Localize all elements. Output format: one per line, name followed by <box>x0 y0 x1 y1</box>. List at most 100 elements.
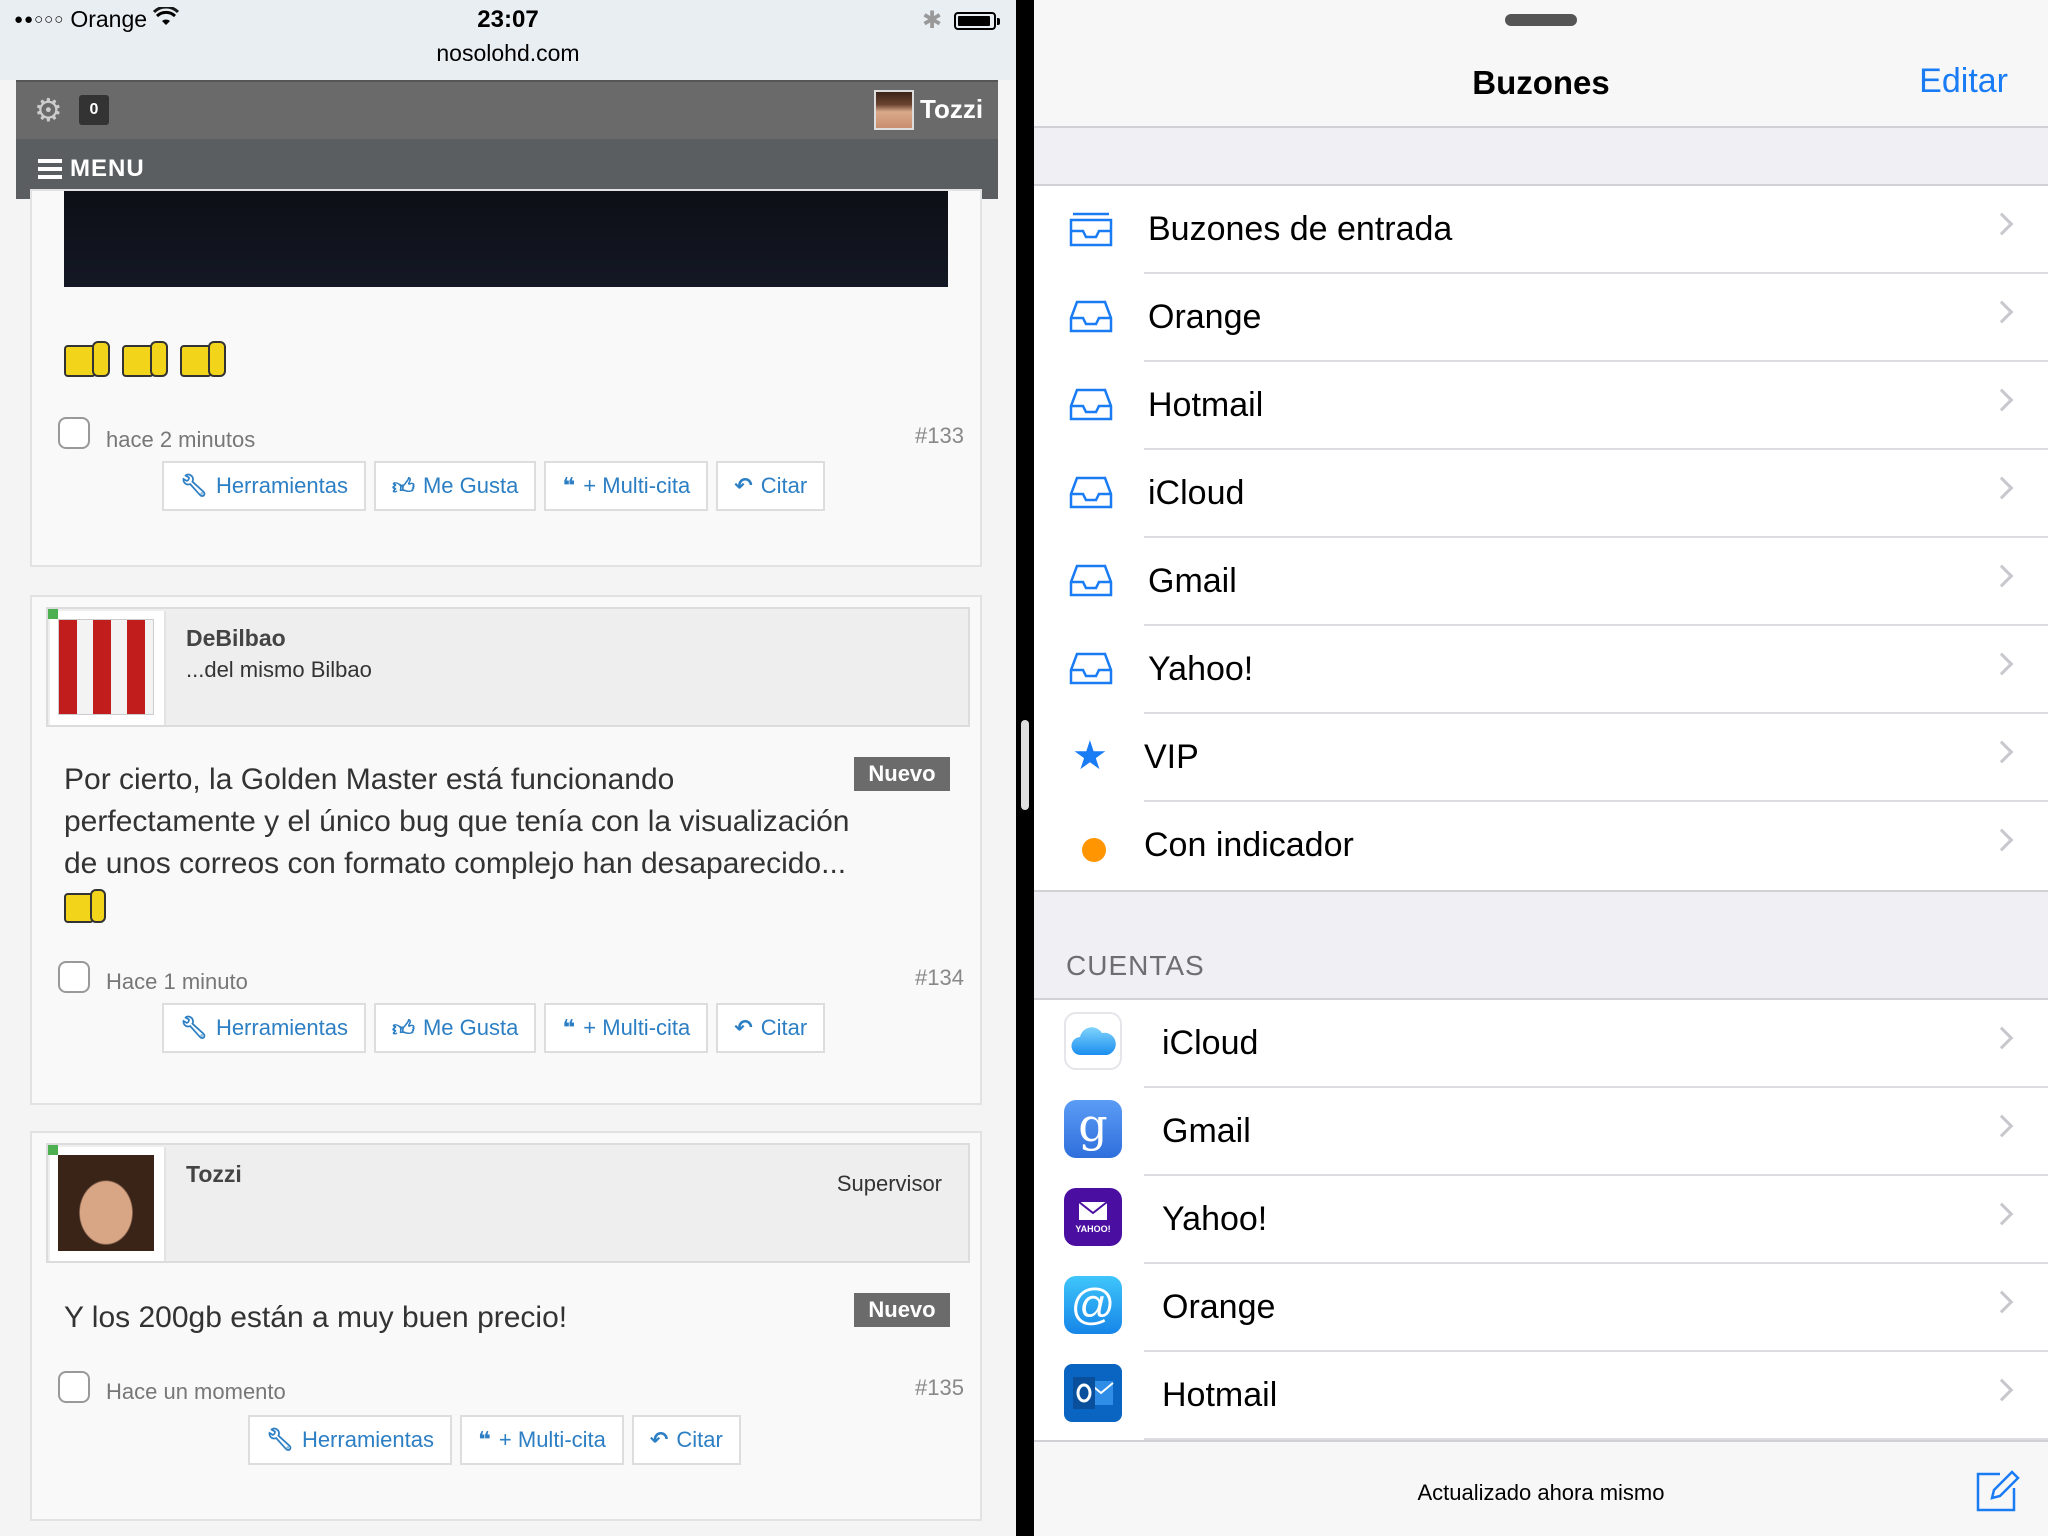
gmail-icon: g <box>1064 1100 1122 1158</box>
account-row[interactable]: iCloud <box>1034 1000 2048 1088</box>
tools-button[interactable]: 🔧︎ Herramientas <box>162 1003 366 1053</box>
thumbs-up-smiley-icon <box>64 341 112 379</box>
post-select-checkbox[interactable] <box>58 1371 90 1403</box>
gear-icon[interactable]: ⚙ <box>34 94 66 126</box>
mailbox-row[interactable]: iCloud <box>1034 450 2048 538</box>
quote-button[interactable]: ↶ Citar <box>716 1003 826 1053</box>
wrench-icon: 🔧︎ <box>180 473 208 498</box>
smiley-group <box>64 341 228 379</box>
account-label: Yahoo! <box>1162 1200 1268 1238</box>
menu-label[interactable]: MENU <box>70 155 145 183</box>
post-actions: 🔧︎ Herramientas 👍︎ Me Gusta ❝ + Multi-cita … <box>162 461 826 511</box>
user-avatar[interactable] <box>874 90 914 130</box>
quote-button[interactable]: ↶ Citar <box>631 1415 741 1465</box>
account-label: Hotmail <box>1162 1376 1278 1414</box>
mailbox-row[interactable]: ★ VIP <box>1034 714 2048 802</box>
post-number[interactable]: #133 <box>915 423 964 449</box>
hamburger-icon[interactable] <box>38 159 62 179</box>
post-text: Por cierto, la Golden Master está funcio… <box>64 763 850 880</box>
thumbs-up-icon: 👍︎ <box>391 1015 415 1041</box>
yahoo-mail-icon: YAHOO! <box>1064 1188 1122 1246</box>
mail-toolbar: Actualizado ahora mismo <box>1034 1440 2048 1536</box>
compose-icon[interactable] <box>1974 1468 2020 1514</box>
notification-count[interactable]: 0 <box>79 95 109 125</box>
account-row[interactable]: YAHOO! Yahoo! <box>1034 1176 2048 1264</box>
inbox-tray-icon <box>1068 472 1114 512</box>
post-body: Y los 200gb están a muy buen precio! <box>64 1297 864 1339</box>
mailbox-label: Orange <box>1148 298 1262 336</box>
mailbox-label: iCloud <box>1148 474 1245 512</box>
mailbox-label: Buzones de entrada <box>1148 210 1453 248</box>
quote-button[interactable]: ↶ Citar <box>716 461 826 511</box>
chevron-right-icon <box>1990 564 2014 588</box>
multi-quote-button[interactable]: ❝ + Multi-cita <box>459 1415 624 1465</box>
online-indicator <box>48 1145 58 1155</box>
account-row[interactable]: Hotmail <box>1034 1352 2048 1440</box>
author-avatar[interactable] <box>48 609 166 725</box>
inbox-tray-icon <box>1068 560 1114 600</box>
user-name[interactable]: Tozzi <box>920 94 983 125</box>
reply-arrow-icon: ↶ <box>734 1015 753 1040</box>
account-row[interactable]: g Gmail <box>1034 1088 2048 1176</box>
mailbox-row[interactable]: Con indicador <box>1034 802 2048 890</box>
post-actions: 🔧︎ Herramientas 👍︎ Me Gusta ❝ + Multi-cita … <box>162 1003 826 1053</box>
mailbox-label: Yahoo! <box>1148 650 1254 688</box>
reply-arrow-icon: ↶ <box>734 473 753 498</box>
chevron-right-icon <box>1990 388 2014 412</box>
mailbox-row[interactable]: Orange <box>1034 274 2048 362</box>
icloud-icon <box>1064 1012 1122 1070</box>
chevron-right-icon <box>1990 476 2014 500</box>
avatar-image <box>58 619 154 715</box>
avatar-image <box>58 1155 154 1251</box>
safari-pane: ●●○○○ Orange 23:07 nosolohd.com ✱ ⚙ 0 To… <box>0 0 1016 1536</box>
site-top-bar: ⚙ 0 Tozzi <box>16 80 998 139</box>
inbox-tray-icon <box>1068 648 1114 688</box>
tools-button[interactable]: 🔧︎ Herramientas <box>162 461 366 511</box>
like-button[interactable]: 👍︎ Me Gusta <box>373 1003 537 1053</box>
tools-button[interactable]: 🔧︎ Herramientas <box>248 1415 452 1465</box>
thumbs-up-smiley-icon <box>122 341 170 379</box>
like-button[interactable]: 👍︎ Me Gusta <box>373 461 537 511</box>
star-icon: ★ <box>1072 734 1108 778</box>
new-badge: Nuevo <box>854 1293 950 1327</box>
embedded-media[interactable] <box>64 191 948 287</box>
chevron-right-icon <box>1990 1202 2014 1226</box>
author-box: Tozzi Supervisor <box>46 1143 970 1263</box>
chevron-right-icon <box>1990 1290 2014 1314</box>
status-bar: ●●○○○ Orange 23:07 nosolohd.com ✱ <box>0 0 1016 80</box>
mailbox-label: Gmail <box>1148 562 1237 600</box>
wrench-icon: 🔧︎ <box>266 1427 294 1452</box>
post-select-checkbox[interactable] <box>58 417 90 449</box>
mailbox-row[interactable]: Hotmail <box>1034 362 2048 450</box>
mailbox-row[interactable]: Buzones de entrada <box>1034 186 2048 274</box>
author-box: DeBilbao ...del mismo Bilbao <box>46 607 970 727</box>
outlook-icon <box>1064 1364 1122 1422</box>
mailbox-label: VIP <box>1144 738 1199 776</box>
author-name[interactable]: Tozzi <box>186 1161 242 1188</box>
author-subtitle: ...del mismo Bilbao <box>186 657 372 682</box>
multi-quote-button[interactable]: ❝ + Multi-cita <box>544 461 709 511</box>
edit-button[interactable]: Editar <box>1919 62 2008 101</box>
author-name[interactable]: DeBilbao <box>186 625 286 652</box>
chevron-right-icon <box>1990 1026 2014 1050</box>
split-view-handle[interactable] <box>1021 720 1029 810</box>
post-time: hace 2 minutos <box>106 427 256 452</box>
multi-quote-button[interactable]: ❝ + Multi-cita <box>544 1003 709 1053</box>
author-avatar[interactable] <box>48 1145 166 1261</box>
slide-over-grabber[interactable] <box>1505 14 1577 26</box>
flag-dot-icon <box>1082 838 1106 862</box>
thumbs-up-smiley-icon <box>180 341 228 379</box>
address-bar[interactable]: nosolohd.com <box>0 40 1016 67</box>
forum-post: Tozzi Supervisor Nuevo Y los 200gb están… <box>30 1131 982 1521</box>
post-number[interactable]: #135 <box>915 1375 964 1401</box>
post-select-checkbox[interactable] <box>58 961 90 993</box>
mailbox-row[interactable]: Gmail <box>1034 538 2048 626</box>
account-row[interactable]: @ Orange <box>1034 1264 2048 1352</box>
page-title: Buzones <box>1472 64 1610 101</box>
post-number[interactable]: #134 <box>915 965 964 991</box>
inbox-tray-icon <box>1068 384 1114 424</box>
mailbox-row[interactable]: Yahoo! <box>1034 626 2048 714</box>
split-view-divider[interactable] <box>1016 0 1034 1536</box>
post-time: Hace un momento <box>106 1379 286 1404</box>
wrench-icon: 🔧︎ <box>180 1015 208 1040</box>
